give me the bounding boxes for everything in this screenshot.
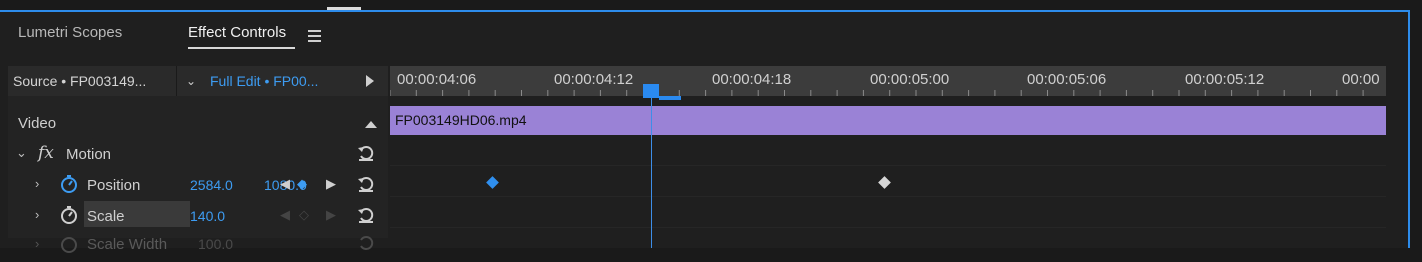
playhead-work-marker (659, 96, 681, 100)
video-section-header[interactable]: Video (8, 108, 388, 138)
lane-divider (390, 227, 1386, 228)
video-label: Video (18, 115, 57, 132)
previous-keyframe-icon[interactable]: ◀ (280, 207, 290, 223)
stopwatch-icon[interactable] (60, 175, 78, 193)
chevron-right-icon[interactable]: › (35, 207, 39, 222)
source-selector-row: Source • FP003149... ⌄ Full Edit • FP00.… (8, 66, 388, 96)
clip-name: FP003149HD06.mp4 (395, 112, 527, 128)
panel-tab-bar: Lumetri Scopes Effect Controls (0, 12, 1408, 60)
position-x-value[interactable]: 2584.0 (190, 177, 233, 193)
timecode-label: 00:00:04:06 (397, 71, 477, 88)
timecode-label: 00:00:04:18 (712, 71, 792, 88)
tab-lumetri-scopes[interactable]: Lumetri Scopes (18, 24, 122, 41)
clip-bar[interactable]: FP003149HD06.mp4 (390, 106, 1386, 135)
next-keyframe-icon[interactable]: ▶ (326, 176, 336, 192)
ruler-ticks (390, 90, 1364, 96)
scale-width-property-row: › Scale Width 100.0 (8, 232, 388, 262)
collapse-up-icon[interactable] (365, 121, 377, 128)
motion-label: Motion (66, 146, 112, 163)
chevron-right-icon[interactable]: › (35, 176, 39, 191)
chevron-down-icon[interactable]: ⌄ (186, 74, 196, 88)
next-keyframe-icon[interactable]: ▶ (326, 207, 336, 223)
timecode-label: 00:00 (1342, 71, 1380, 88)
reset-parameter-icon (360, 236, 374, 250)
tab-effect-controls[interactable]: Effect Controls (188, 24, 286, 41)
previous-keyframe-icon[interactable]: ◀ (280, 176, 290, 192)
timecode-label: 00:00:04:12 (554, 71, 634, 88)
scale-value[interactable]: 140.0 (190, 208, 225, 224)
effect-controls-window: Lumetri Scopes Effect Controls Source • … (0, 0, 1422, 253)
motion-effect-row[interactable]: ⌄ fx Motion (8, 139, 388, 169)
lane-divider (390, 165, 1386, 166)
lane-divider (390, 196, 1386, 197)
scale-property-row[interactable]: › Scale 140.0 ◀ ◇ ▶ (8, 201, 388, 231)
scale-width-value: 100.0 (198, 236, 234, 252)
play-icon[interactable] (366, 75, 374, 87)
timecode-label: 00:00:05:00 (870, 71, 950, 88)
hamburger-menu-icon[interactable] (308, 30, 321, 42)
add-keyframe-icon[interactable]: ◇ (299, 207, 309, 223)
scale-width-label: Scale Width (87, 236, 168, 253)
scale-label: Scale (87, 208, 125, 225)
add-keyframe-icon[interactable]: ◆ (297, 176, 307, 192)
active-tab-underline (188, 47, 295, 49)
source-clip-label[interactable]: Source • FP003149... (13, 73, 146, 89)
position-label: Position (87, 177, 141, 194)
reset-parameter-icon[interactable] (357, 144, 375, 162)
playhead-icon[interactable] (643, 84, 659, 98)
timecode-label: 00:00:05:12 (1185, 71, 1265, 88)
timecode-label: 00:00:05:06 (1027, 71, 1107, 88)
position-property-row[interactable]: › Position 2584.0 1080.0 ◀ ◆ ▶ (8, 170, 388, 200)
stopwatch-icon[interactable] (60, 206, 78, 224)
effect-controls-list: Source • FP003149... ⌄ Full Edit • FP00.… (8, 66, 388, 253)
sequence-clip-selector[interactable]: Full Edit • FP00... (210, 73, 318, 89)
stopwatch-icon (61, 237, 77, 253)
playhead-line[interactable] (651, 92, 652, 248)
reset-parameter-icon[interactable] (357, 206, 375, 224)
fx-icon[interactable]: fx (38, 143, 54, 163)
chevron-right-icon: › (35, 236, 40, 251)
top-strip (0, 0, 1422, 10)
chevron-down-icon[interactable]: ⌄ (16, 145, 27, 161)
reset-parameter-icon[interactable] (357, 175, 375, 193)
divider (176, 66, 177, 96)
